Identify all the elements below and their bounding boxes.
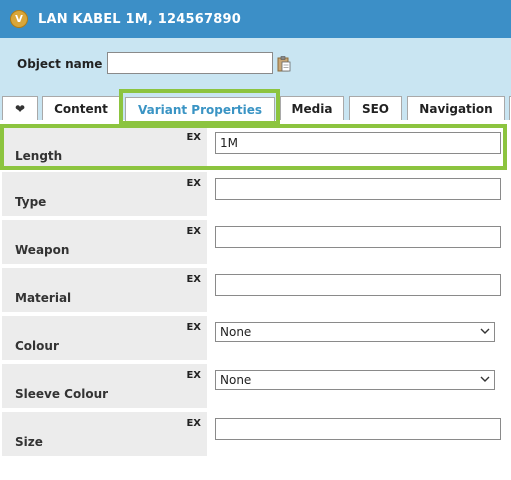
title-bar: V LAN KABEL 1M, 124567890 [0,0,511,38]
property-badge: EX [186,132,201,143]
weapon-input[interactable] [215,226,501,248]
property-badge: EX [186,178,201,189]
property-row-sleeve-colour: EX Sleeve Colour None [2,364,507,408]
material-input[interactable] [215,274,501,296]
property-row-length: EX Length 1M [2,126,507,170]
tab-favorites[interactable]: ❤ [2,96,38,120]
object-name-label: Object name [17,57,103,71]
property-badge: EX [186,226,201,237]
tab-media[interactable]: Media [280,96,344,120]
property-label: Material [15,291,72,305]
property-label-cell: EX Length [2,126,207,170]
property-label-cell: EX Type [2,172,207,216]
tab-content[interactable]: Content [42,96,120,120]
sleeve-colour-select-value: None [220,373,252,387]
property-row-material: EX Material [2,268,507,312]
type-input[interactable] [215,178,501,200]
chevron-down-icon [480,328,490,334]
colour-select[interactable]: None [215,322,495,342]
property-row-weapon: EX Weapon [2,220,507,264]
property-badge: EX [186,322,201,333]
property-label: Sleeve Colour [15,387,109,401]
property-badge: EX [186,418,201,429]
heart-icon: ❤ [14,101,26,116]
tab-seo[interactable]: SEO [349,96,402,120]
property-badge: EX [186,370,201,381]
colour-select-value: None [220,325,252,339]
tab-bar: ❤ Content Variant Properties Media SEO N… [0,92,511,122]
property-label: Weapon [15,243,70,257]
property-label: Colour [15,339,59,353]
tab-navigation[interactable]: Navigation [407,96,505,120]
property-row-type: EX Type [2,172,507,216]
property-row-colour: EX Colour None [2,316,507,360]
object-name-input[interactable] [107,52,273,74]
app-logo-icon: V [10,10,28,28]
property-label-cell: EX Weapon [2,220,207,264]
size-input[interactable] [215,418,501,440]
object-name-bar: Object name [0,38,511,92]
length-input[interactable]: 1M [215,132,501,154]
property-label: Size [15,435,43,449]
clipboard-icon[interactable] [277,56,291,72]
property-badge: EX [186,274,201,285]
property-row-size: EX Size [2,412,507,456]
property-label: Type [15,195,47,209]
property-label-cell: EX Sleeve Colour [2,364,207,408]
tab-variant-properties[interactable]: Variant Properties [125,97,275,122]
property-label-cell: EX Material [2,268,207,312]
chevron-down-icon [480,376,490,382]
property-label-cell: EX Colour [2,316,207,360]
property-label-cell: EX Size [2,412,207,456]
sleeve-colour-select[interactable]: None [215,370,495,390]
window-title: LAN KABEL 1M, 124567890 [38,11,241,27]
property-label: Length [15,149,63,163]
